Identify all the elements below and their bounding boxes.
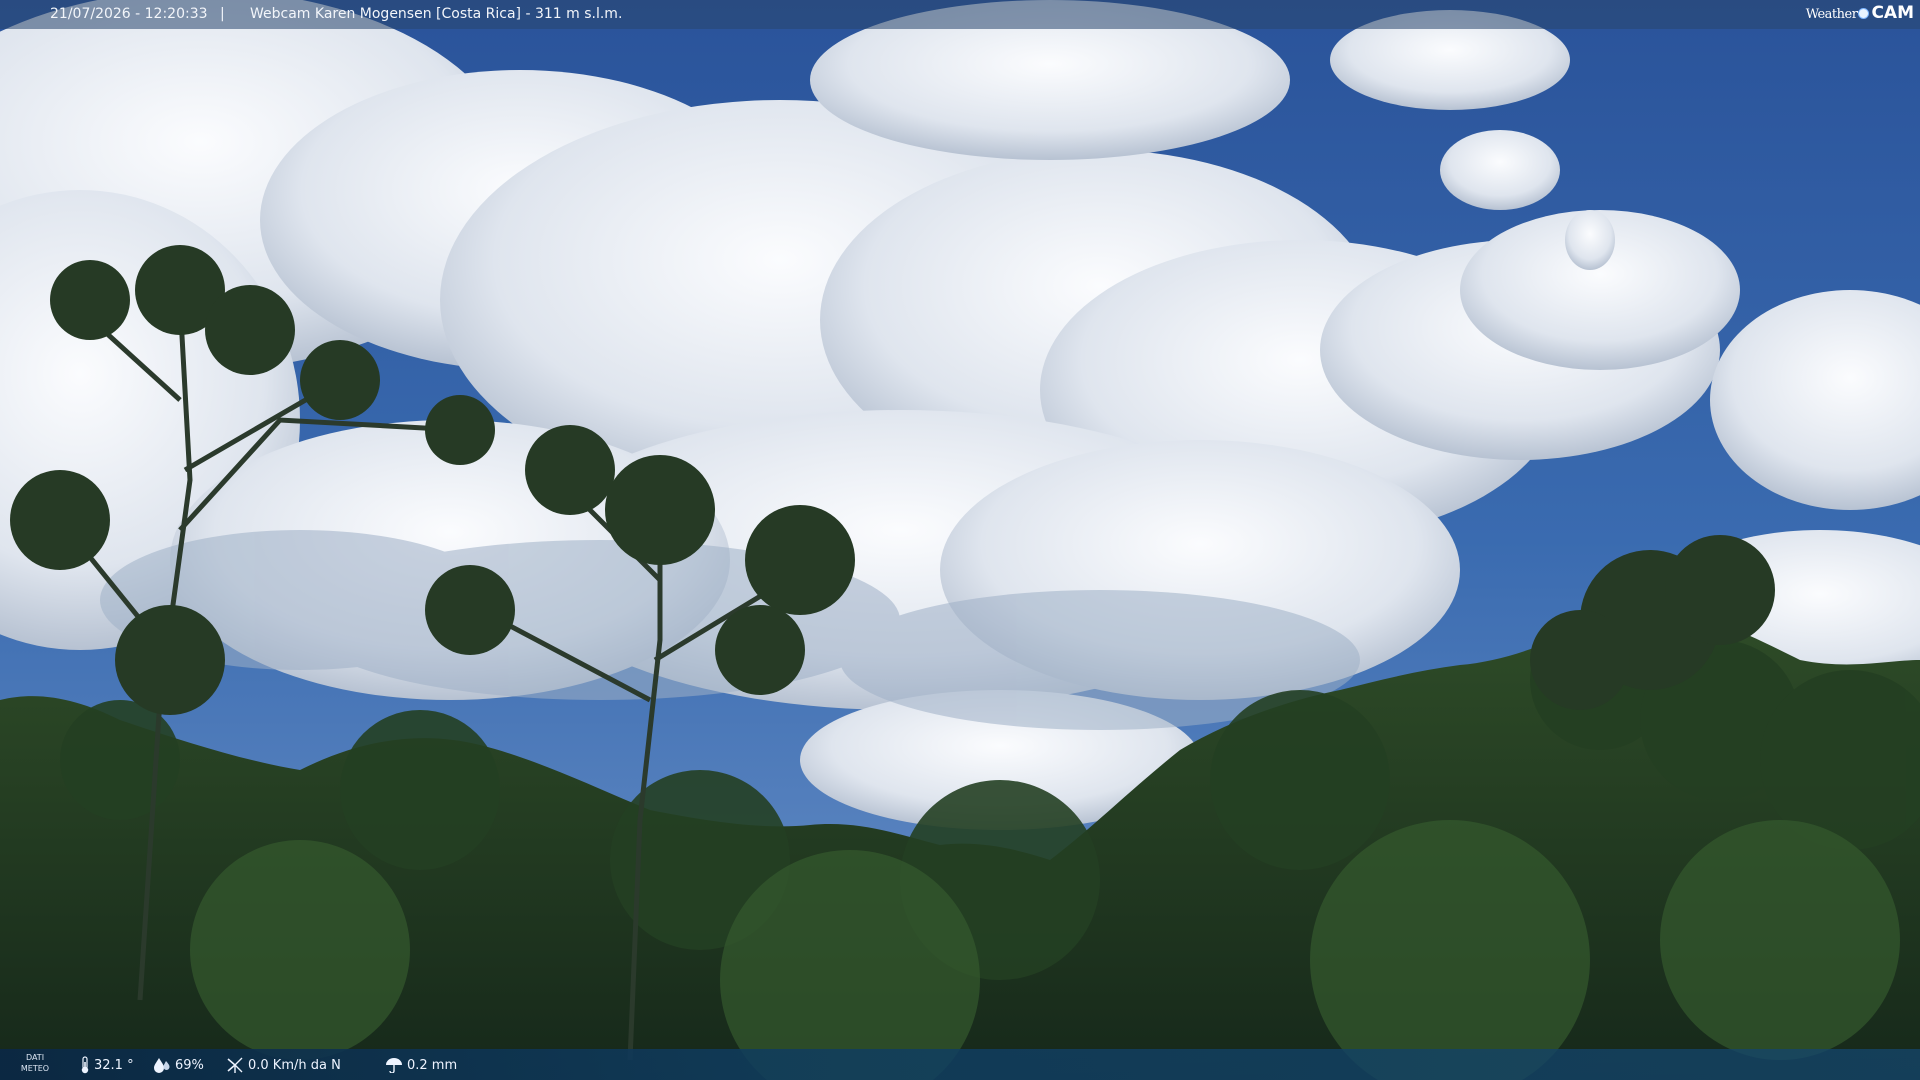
timestamp: 21/07/2026 - 12:20:33 [50,6,208,22]
wind-reading: 0.0 Km/h da N [226,1055,341,1075]
humidity-reading: 69% [153,1055,204,1075]
wind-icon [227,1057,243,1073]
logo-cam-text: CAM [1871,3,1914,23]
rain-reading: 0.2 mm [385,1055,457,1075]
wind-value: 0.0 Km/h da N [248,1057,341,1073]
meteo-label: METEO [20,1064,50,1073]
dati-label: DATI [25,1053,45,1062]
rain-icon [386,1058,402,1073]
dati-meteo-label: DATI METEO [12,1052,58,1074]
logo-weather-text: Weather [1805,7,1858,22]
thermometer-icon [81,1056,89,1074]
logo-dot-icon [1858,8,1870,19]
humidity-drop-icon [154,1058,170,1073]
camera-title: Webcam Karen Mogensen [Costa Rica] - 311… [250,6,623,22]
webcam-header: 21/07/2026 - 12:20:33 | Webcam Karen Mog… [0,0,1920,29]
rain-value: 0.2 mm [407,1057,458,1073]
temperature-reading: 32.1 ° [80,1055,134,1075]
weathercam-logo: Weather CAM [1806,3,1914,23]
humidity-value: 69% [175,1057,204,1073]
temperature-value: 32.1 ° [94,1057,134,1073]
webcam-image [0,0,1920,1080]
header-separator: | [220,6,225,22]
weather-data-bar: DATI METEO 32.1 ° 69% 0.0 Km/h da N 0.2 … [0,1049,1920,1080]
